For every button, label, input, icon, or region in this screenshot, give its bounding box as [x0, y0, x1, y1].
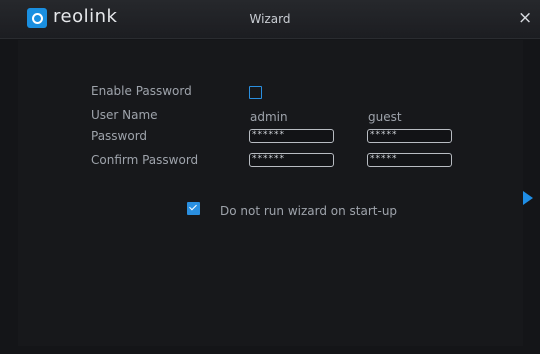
skip-wizard-checkbox[interactable] — [187, 202, 200, 215]
password-label: Password — [91, 129, 148, 143]
skip-wizard-label: Do not run wizard on start-up — [220, 204, 398, 218]
enable-password-label: Enable Password — [91, 84, 192, 98]
wizard-window: reolink Wizard × Enable Password User Na… — [0, 0, 540, 354]
guest-user-name: guest — [368, 110, 402, 124]
admin-confirm-password-field[interactable]: ****** — [249, 153, 334, 167]
admin-user-name: admin — [250, 110, 288, 124]
window-title: Wizard — [249, 12, 291, 26]
guest-confirm-password-field[interactable]: ***** — [367, 153, 452, 167]
user-name-label: User Name — [91, 108, 158, 122]
guest-password-field[interactable]: ***** — [367, 129, 452, 143]
close-icon[interactable]: × — [518, 8, 532, 28]
admin-password-field[interactable]: ****** — [249, 129, 334, 143]
title-bar: reolink Wizard × — [0, 0, 540, 39]
confirm-password-label: Confirm Password — [91, 153, 199, 167]
enable-password-checkbox[interactable] — [249, 86, 262, 99]
next-arrow-icon[interactable] — [523, 191, 533, 205]
